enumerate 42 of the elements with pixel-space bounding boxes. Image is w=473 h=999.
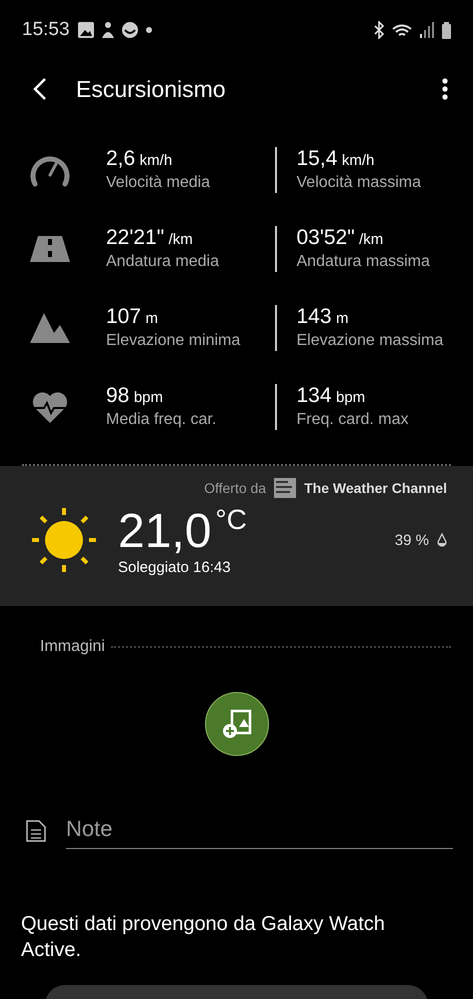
wifi-icon	[392, 23, 412, 37]
stat-label: Freq. card. max	[296, 410, 410, 430]
stat-label: Elevazione minima	[106, 330, 242, 350]
offered-by-label: Offerto da	[204, 480, 266, 496]
stat-value: 15,4 km/h	[296, 146, 376, 170]
humidity-value: 39 %	[394, 532, 429, 548]
gallery-icon	[78, 22, 94, 38]
stat-label: Media freq. car.	[106, 410, 218, 430]
stat-value: 2,6 km/h	[106, 146, 174, 170]
mountain-icon	[30, 312, 70, 342]
stat-value: 98 bpm	[106, 384, 164, 408]
back-icon	[32, 77, 48, 101]
document-icon	[26, 820, 46, 842]
stat-label: Elevazione massima	[296, 330, 444, 350]
more-options-icon	[441, 77, 449, 101]
heart-rate-icon	[32, 390, 68, 422]
note-field[interactable]: Note	[66, 812, 453, 849]
signal-icon	[420, 22, 434, 38]
dot-icon	[146, 27, 152, 33]
stat-label: Velocità media	[106, 172, 212, 192]
smiley-icon	[122, 22, 138, 38]
screen-title: Escursionismo	[76, 76, 226, 102]
weather-condition: Soleggiato 16:43	[118, 559, 232, 576]
stat-value: 22'21" /km	[106, 226, 194, 250]
data-source-text: Questi dati provengono da Galaxy Watch Active.	[20, 912, 386, 963]
provider-logo-icon	[274, 478, 296, 498]
road-icon	[30, 236, 70, 262]
stat-value: 143 m	[296, 304, 350, 328]
provider-name: The Weather Channel	[304, 480, 447, 496]
stat-label: Andatura media	[106, 252, 220, 272]
bluetooth-icon	[374, 21, 384, 39]
status-time: 15:53	[22, 19, 70, 41]
sun-icon	[32, 508, 96, 572]
drop-icon	[437, 532, 447, 548]
stat-value: 107 m	[106, 304, 159, 328]
stat-value: 134 bpm	[296, 384, 366, 408]
figure-icon	[102, 22, 114, 38]
battery-icon	[442, 22, 451, 38]
stat-label: Andatura massima	[296, 252, 431, 272]
stat-value: 03'52" /km	[296, 226, 384, 250]
section-title: Immagini	[40, 638, 105, 656]
stat-label: Velocità massima	[296, 172, 422, 192]
